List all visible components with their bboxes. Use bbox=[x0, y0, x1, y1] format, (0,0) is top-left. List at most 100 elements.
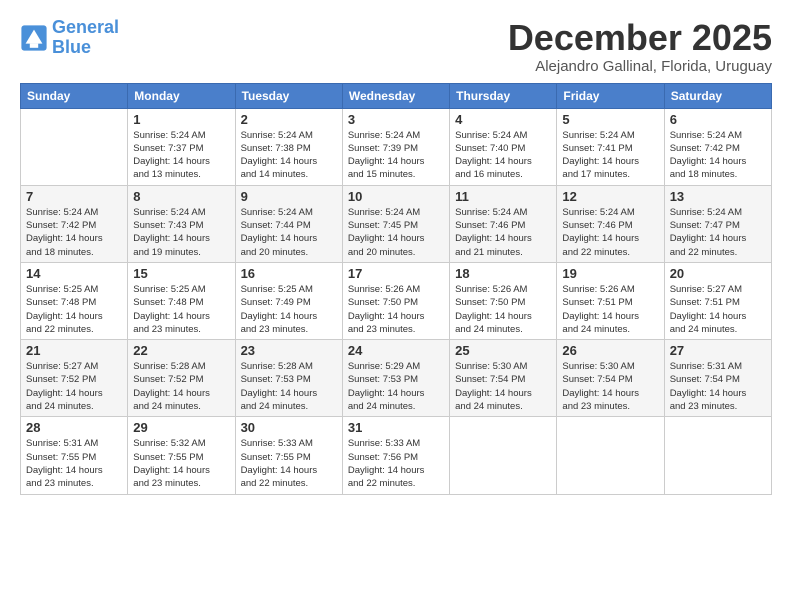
location-subtitle: Alejandro Gallinal, Florida, Uruguay bbox=[508, 58, 772, 75]
calendar-cell: 28 Sunrise: 5:31 AM Sunset: 7:55 PM Dayli… bbox=[21, 417, 128, 494]
day-info: Sunrise: 5:24 AM Sunset: 7:47 PM Dayligh… bbox=[670, 206, 766, 259]
day-number: 23 bbox=[241, 343, 337, 358]
day-info: Sunrise: 5:32 AM Sunset: 7:55 PM Dayligh… bbox=[133, 437, 229, 490]
header: General Blue December 2025 Alejandro Gal… bbox=[20, 18, 772, 75]
calendar-cell: 2 Sunrise: 5:24 AM Sunset: 7:38 PM Daylig… bbox=[235, 108, 342, 185]
calendar-cell: 22 Sunrise: 5:28 AM Sunset: 7:52 PM Dayli… bbox=[128, 340, 235, 417]
day-number: 29 bbox=[133, 420, 229, 435]
day-info: Sunrise: 5:30 AM Sunset: 7:54 PM Dayligh… bbox=[455, 360, 551, 413]
day-number: 22 bbox=[133, 343, 229, 358]
day-info: Sunrise: 5:24 AM Sunset: 7:46 PM Dayligh… bbox=[455, 206, 551, 259]
calendar-cell: 14 Sunrise: 5:25 AM Sunset: 7:48 PM Dayli… bbox=[21, 262, 128, 339]
calendar-cell: 31 Sunrise: 5:33 AM Sunset: 7:56 PM Dayli… bbox=[342, 417, 449, 494]
weekday-header: Saturday bbox=[664, 83, 771, 108]
day-info: Sunrise: 5:24 AM Sunset: 7:44 PM Dayligh… bbox=[241, 206, 337, 259]
calendar-cell bbox=[664, 417, 771, 494]
day-number: 10 bbox=[348, 189, 444, 204]
day-number: 3 bbox=[348, 112, 444, 127]
calendar-cell: 17Sunrise: 5:26 AM Sunset: 7:50 PM Dayli… bbox=[342, 262, 449, 339]
weekday-header: Thursday bbox=[450, 83, 557, 108]
day-number: 28 bbox=[26, 420, 122, 435]
day-number: 9 bbox=[241, 189, 337, 204]
weekday-header: Monday bbox=[128, 83, 235, 108]
day-info: Sunrise: 5:33 AM Sunset: 7:56 PM Dayligh… bbox=[348, 437, 444, 490]
day-number: 20 bbox=[670, 266, 766, 281]
day-info: Sunrise: 5:27 AM Sunset: 7:52 PM Dayligh… bbox=[26, 360, 122, 413]
logo-text: General Blue bbox=[52, 18, 119, 58]
calendar-cell: 7 Sunrise: 5:24 AM Sunset: 7:42 PM Daylig… bbox=[21, 185, 128, 262]
day-number: 25 bbox=[455, 343, 551, 358]
day-info: Sunrise: 5:26 AM Sunset: 7:50 PM Dayligh… bbox=[455, 283, 551, 336]
day-number: 24 bbox=[348, 343, 444, 358]
calendar-cell bbox=[557, 417, 664, 494]
calendar-cell: 1Sunrise: 5:24 AM Sunset: 7:37 PM Daylig… bbox=[128, 108, 235, 185]
day-number: 6 bbox=[670, 112, 766, 127]
calendar-cell: 19 Sunrise: 5:26 AM Sunset: 7:51 PM Dayli… bbox=[557, 262, 664, 339]
day-info: Sunrise: 5:24 AM Sunset: 7:42 PM Dayligh… bbox=[670, 129, 766, 182]
logo: General Blue bbox=[20, 18, 119, 58]
calendar-page: General Blue December 2025 Alejandro Gal… bbox=[0, 0, 792, 612]
calendar-cell: 26 Sunrise: 5:30 AM Sunset: 7:54 PM Dayli… bbox=[557, 340, 664, 417]
day-number: 4 bbox=[455, 112, 551, 127]
calendar-cell: 5 Sunrise: 5:24 AM Sunset: 7:41 PM Daylig… bbox=[557, 108, 664, 185]
day-info: Sunrise: 5:24 AM Sunset: 7:39 PM Dayligh… bbox=[348, 129, 444, 182]
day-info: Sunrise: 5:24 AM Sunset: 7:42 PM Dayligh… bbox=[26, 206, 122, 259]
day-number: 30 bbox=[241, 420, 337, 435]
calendar-cell: 11 Sunrise: 5:24 AM Sunset: 7:46 PM Dayli… bbox=[450, 185, 557, 262]
day-info: Sunrise: 5:33 AM Sunset: 7:55 PM Dayligh… bbox=[241, 437, 337, 490]
day-number: 21 bbox=[26, 343, 122, 358]
day-info: Sunrise: 5:24 AM Sunset: 7:38 PM Dayligh… bbox=[241, 129, 337, 182]
calendar-cell: 15Sunrise: 5:25 AM Sunset: 7:48 PM Dayli… bbox=[128, 262, 235, 339]
day-info: Sunrise: 5:24 AM Sunset: 7:37 PM Dayligh… bbox=[133, 129, 229, 182]
day-number: 18 bbox=[455, 266, 551, 281]
day-info: Sunrise: 5:24 AM Sunset: 7:43 PM Dayligh… bbox=[133, 206, 229, 259]
calendar-cell: 18 Sunrise: 5:26 AM Sunset: 7:50 PM Dayli… bbox=[450, 262, 557, 339]
title-block: December 2025 Alejandro Gallinal, Florid… bbox=[508, 18, 772, 75]
calendar-cell: 20 Sunrise: 5:27 AM Sunset: 7:51 PM Dayli… bbox=[664, 262, 771, 339]
weekday-header: Wednesday bbox=[342, 83, 449, 108]
calendar-cell bbox=[450, 417, 557, 494]
logo-line2: Blue bbox=[52, 37, 91, 57]
calendar-cell: 4Sunrise: 5:24 AM Sunset: 7:40 PM Daylig… bbox=[450, 108, 557, 185]
calendar-cell: 12 Sunrise: 5:24 AM Sunset: 7:46 PM Dayli… bbox=[557, 185, 664, 262]
calendar-cell: 29 Sunrise: 5:32 AM Sunset: 7:55 PM Dayli… bbox=[128, 417, 235, 494]
day-info: Sunrise: 5:28 AM Sunset: 7:53 PM Dayligh… bbox=[241, 360, 337, 413]
day-info: Sunrise: 5:25 AM Sunset: 7:48 PM Dayligh… bbox=[26, 283, 122, 336]
day-info: Sunrise: 5:25 AM Sunset: 7:48 PM Dayligh… bbox=[133, 283, 229, 336]
weekday-header: Friday bbox=[557, 83, 664, 108]
calendar-cell: 13Sunrise: 5:24 AM Sunset: 7:47 PM Dayli… bbox=[664, 185, 771, 262]
day-number: 12 bbox=[562, 189, 658, 204]
calendar-cell: 24Sunrise: 5:29 AM Sunset: 7:53 PM Dayli… bbox=[342, 340, 449, 417]
calendar-cell: 8Sunrise: 5:24 AM Sunset: 7:43 PM Daylig… bbox=[128, 185, 235, 262]
day-number: 26 bbox=[562, 343, 658, 358]
weekday-header: Tuesday bbox=[235, 83, 342, 108]
calendar-cell: 10Sunrise: 5:24 AM Sunset: 7:45 PM Dayli… bbox=[342, 185, 449, 262]
weekday-header: Sunday bbox=[21, 83, 128, 108]
day-number: 27 bbox=[670, 343, 766, 358]
day-number: 14 bbox=[26, 266, 122, 281]
day-info: Sunrise: 5:26 AM Sunset: 7:51 PM Dayligh… bbox=[562, 283, 658, 336]
day-info: Sunrise: 5:31 AM Sunset: 7:55 PM Dayligh… bbox=[26, 437, 122, 490]
logo-icon bbox=[20, 24, 48, 52]
day-number: 5 bbox=[562, 112, 658, 127]
day-info: Sunrise: 5:24 AM Sunset: 7:46 PM Dayligh… bbox=[562, 206, 658, 259]
day-info: Sunrise: 5:28 AM Sunset: 7:52 PM Dayligh… bbox=[133, 360, 229, 413]
day-info: Sunrise: 5:30 AM Sunset: 7:54 PM Dayligh… bbox=[562, 360, 658, 413]
calendar-cell: 25 Sunrise: 5:30 AM Sunset: 7:54 PM Dayli… bbox=[450, 340, 557, 417]
calendar-cell: 3 Sunrise: 5:24 AM Sunset: 7:39 PM Daylig… bbox=[342, 108, 449, 185]
calendar-table: SundayMondayTuesdayWednesdayThursdayFrid… bbox=[20, 83, 772, 495]
day-number: 19 bbox=[562, 266, 658, 281]
calendar-cell: 16Sunrise: 5:25 AM Sunset: 7:49 PM Dayli… bbox=[235, 262, 342, 339]
day-number: 11 bbox=[455, 189, 551, 204]
day-info: Sunrise: 5:24 AM Sunset: 7:41 PM Dayligh… bbox=[562, 129, 658, 182]
day-info: Sunrise: 5:27 AM Sunset: 7:51 PM Dayligh… bbox=[670, 283, 766, 336]
day-number: 31 bbox=[348, 420, 444, 435]
day-info: Sunrise: 5:31 AM Sunset: 7:54 PM Dayligh… bbox=[670, 360, 766, 413]
day-info: Sunrise: 5:26 AM Sunset: 7:50 PM Dayligh… bbox=[348, 283, 444, 336]
month-title: December 2025 bbox=[508, 18, 772, 58]
day-number: 2 bbox=[241, 112, 337, 127]
calendar-cell: 9 Sunrise: 5:24 AM Sunset: 7:44 PM Daylig… bbox=[235, 185, 342, 262]
calendar-cell: 23 Sunrise: 5:28 AM Sunset: 7:53 PM Dayli… bbox=[235, 340, 342, 417]
logo-line1: General bbox=[52, 17, 119, 37]
day-number: 7 bbox=[26, 189, 122, 204]
